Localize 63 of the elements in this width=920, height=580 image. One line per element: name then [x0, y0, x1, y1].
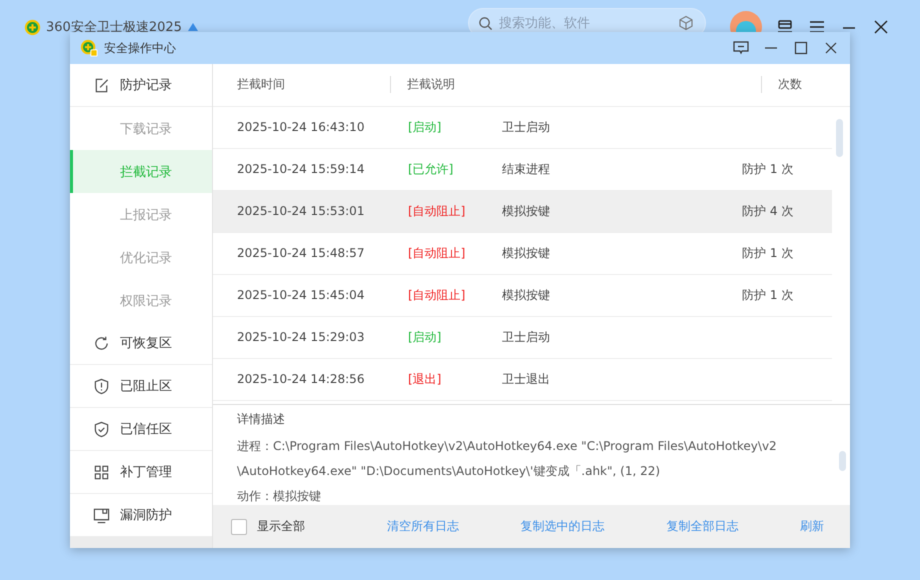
status-tag: [自动阻止] [408, 286, 502, 304]
column-header: 拦截时间 [213, 76, 391, 94]
sidebar-item[interactable]: 补丁管理 [70, 451, 212, 494]
logo-icon [80, 39, 98, 57]
feedback-icon[interactable] [732, 39, 750, 57]
status-tag: [自动阻止] [408, 202, 502, 220]
table-row[interactable]: 2025-10-24 14:28:56 [退出] 卫士退出 [213, 358, 832, 401]
app-title: 360安全卫士极速2025 [46, 19, 182, 36]
table-cell-text: 防护 1 次 [742, 160, 794, 178]
details-text: 动作：模拟按键 [237, 488, 322, 506]
window-title: 安全操作中心 [104, 40, 176, 56]
table-row[interactable]: 2025-10-24 15:48:57 [自动阻止] 模拟按键 防护 1 次 [213, 232, 832, 275]
close-icon[interactable] [872, 18, 890, 36]
sidebar-item[interactable]: 防护记录 [70, 64, 212, 107]
table-cell-text: 结束进程 [502, 160, 551, 178]
edit-icon [93, 76, 110, 94]
table-cell-text: 模拟按键 [502, 244, 551, 262]
table-cell-text: 卫士启动 [502, 118, 551, 136]
details-title: 详情描述 [237, 411, 286, 428]
sidebar-item[interactable]: 可恢复区 [70, 322, 212, 365]
cube-icon[interactable] [678, 15, 694, 31]
monitor-icon [93, 506, 110, 524]
table-row[interactable]: 2025-10-24 15:53:01 [自动阻止] 模拟按键 防护 4 次 [213, 190, 832, 233]
table-row[interactable]: 2025-10-24 15:45:04 [自动阻止] 模拟按键 防护 1 次 [213, 274, 832, 317]
table-cell-text: 2025-10-24 15:59:14 [236, 162, 366, 176]
checkbox-label: 显示全部 [257, 518, 305, 536]
logo-icon [24, 18, 41, 36]
table-cell-text: 2025-10-24 15:45:04 [236, 288, 366, 302]
status-tag: [退出] [408, 370, 502, 388]
table-cell-text: 防护 4 次 [742, 202, 794, 220]
table-cell-text: 防护 1 次 [742, 286, 794, 304]
table-cell-text: 防护 1 次 [742, 244, 794, 262]
table-cell-text: 2025-10-24 15:48:57 [236, 246, 366, 260]
table-cell-text: 模拟按键 [502, 202, 551, 220]
details-text: \AutoHotkey64.exe" "D:\Documents\AutoHotkey\'键变成「.ahk", (1, 22) [237, 463, 662, 480]
table-cell-text: 模拟按键 [502, 286, 551, 304]
sidebar-item[interactable]: 已阻止区 [70, 365, 212, 408]
maximize-icon[interactable] [792, 39, 810, 57]
table-cell-text: 2025-10-24 15:53:01 [236, 204, 366, 218]
details-text: 进程：C:\Program Files\AutoHotkey\v2\AutoHotkey64.exe "C:\Program Files\AutoHotkey\v2 [237, 438, 778, 456]
table-cell-text: 卫士退出 [502, 370, 551, 388]
refresh-icon [93, 334, 110, 352]
status-tag: [启动] [408, 118, 502, 136]
table-row[interactable]: 2025-10-24 16:43:10 [启动] 卫士启动 [213, 106, 832, 149]
column-header: 拦截说明 [406, 76, 456, 94]
shield-icon [93, 378, 110, 394]
scrollbar[interactable] [839, 451, 846, 472]
search-icon [478, 16, 493, 31]
status-tag: [已允许] [408, 160, 502, 178]
table-row[interactable]: 2025-10-24 15:29:03 [启动] 卫士启动 [213, 316, 832, 359]
column-header: 次数 [761, 76, 850, 94]
checkbox[interactable] [231, 518, 247, 535]
status-tag: [自动阻止] [408, 244, 502, 262]
table-cell-text: 2025-10-24 16:43:10 [236, 120, 366, 134]
grid-icon [93, 464, 110, 480]
shield-check-icon [93, 420, 110, 438]
sidebar-item[interactable]: 已信任区 [70, 408, 212, 451]
table-cell-text: 卫士启动 [502, 328, 551, 346]
scrollbar[interactable] [836, 118, 843, 157]
table-cell-text: 2025-10-24 15:29:03 [236, 330, 366, 344]
sidebar-item[interactable]: 漏洞防护 [70, 494, 212, 537]
status-tag: [启动] [408, 328, 502, 346]
table-cell-text: 2025-10-24 14:28:56 [236, 372, 366, 386]
